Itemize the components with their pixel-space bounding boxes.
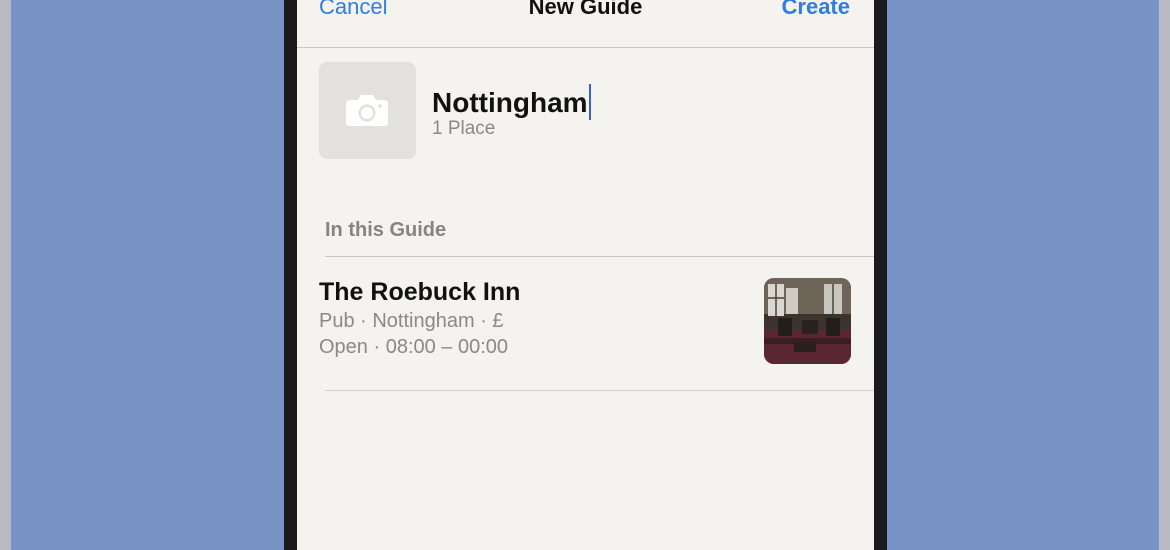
stage: Cancel New Guide Create Nottingham 1 Pla… xyxy=(0,0,1170,550)
divider xyxy=(325,390,874,391)
place-hours: Open · 08:00 – 00:00 xyxy=(319,336,509,358)
guide-place-count: 1 Place xyxy=(432,118,496,139)
new-guide-sheet: Cancel New Guide Create Nottingham 1 Pla… xyxy=(297,0,874,550)
guide-name-text: Nottingham xyxy=(432,87,588,118)
window-edge-right xyxy=(1159,0,1170,550)
divider xyxy=(325,256,874,257)
place-name: The Roebuck Inn xyxy=(319,278,521,306)
nav-bar: Cancel New Guide Create xyxy=(297,0,874,48)
place-photo xyxy=(764,278,851,364)
window-edge-left xyxy=(0,0,11,550)
camera-icon xyxy=(346,95,388,126)
place-row[interactable]: The Roebuck Inn Pub · Nottingham · £ Ope… xyxy=(297,264,874,390)
section-header: In this Guide xyxy=(325,219,447,241)
create-button[interactable]: Create xyxy=(782,0,850,20)
phone-frame: Cancel New Guide Create Nottingham 1 Pla… xyxy=(284,0,887,550)
text-cursor xyxy=(588,84,591,120)
add-photo-button[interactable] xyxy=(319,62,416,159)
guide-name-field[interactable]: Nottingham xyxy=(432,84,591,120)
place-details: Pub · Nottingham · £ xyxy=(319,310,504,332)
